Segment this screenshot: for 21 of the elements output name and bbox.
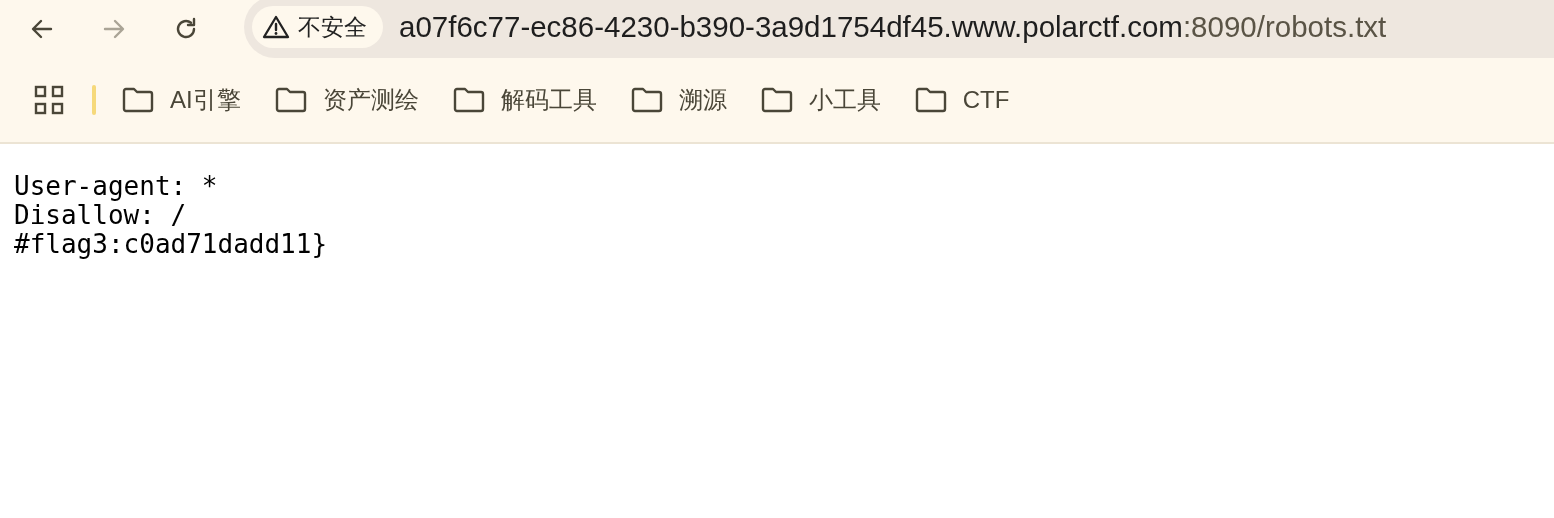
folder-icon (274, 87, 307, 113)
url-host: a07f6c77-ec86-4230-b390-3a9d1754df45.www.polarctf.com (399, 10, 1183, 43)
bookmark-folder[interactable]: 资产测绘 (266, 84, 427, 116)
text-line: #flag3:c0ad71dadd11} (14, 229, 328, 259)
bookmark-folder[interactable]: 溯源 (622, 84, 735, 116)
folder-icon (914, 87, 947, 113)
url-path: :8090/robots.txt (1182, 10, 1387, 43)
folder-icon (630, 87, 663, 113)
apps-icon[interactable] (34, 85, 64, 115)
bookmark-folder[interactable]: 解码工具 (444, 84, 605, 116)
bookmark-folder[interactable]: AI引擎 (114, 84, 249, 116)
security-chip[interactable]: 不安全 (252, 6, 383, 48)
bookmark-folder[interactable]: 小工具 (752, 84, 889, 116)
address-bar[interactable]: 不安全 a07f6c77-ec86-4230-b390-3a9d1754df45.www.polarctf.com:8090/robots.txt (244, 0, 1554, 58)
text-line: User-agent: * (14, 171, 218, 201)
warning-icon (262, 14, 290, 40)
folder-icon (122, 87, 154, 113)
bookmark-folder[interactable]: CTF (906, 86, 1018, 114)
folder-icon (760, 87, 793, 113)
text-line: Disallow: / (14, 200, 187, 230)
folder-icon (452, 87, 485, 113)
